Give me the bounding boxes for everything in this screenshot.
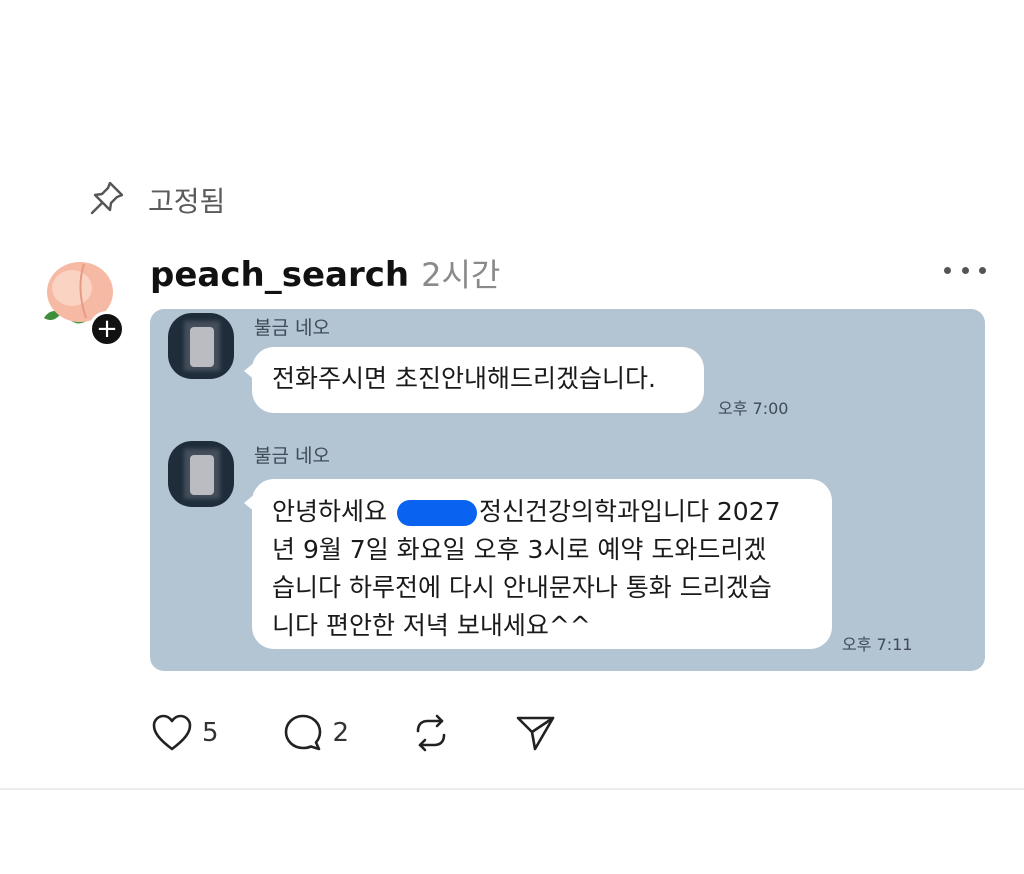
divider (0, 788, 1024, 790)
heart-icon (152, 714, 192, 751)
message-text: 전화주시면 초진안내해드리겠습니다. (272, 364, 656, 393)
pin-icon (88, 179, 126, 221)
like-count: 5 (202, 718, 219, 748)
send-icon (516, 716, 555, 751)
more-icon (944, 266, 951, 274)
comment-button[interactable]: 2 (281, 711, 350, 755)
action-bar: 5 2 (150, 708, 557, 758)
plus-icon: + (96, 314, 118, 344)
message-line: 년 9월 7일 화요일 오후 3시로 예약 도와드리겠 (272, 535, 767, 564)
message-line: 습니다 하루전에 다시 안내문자나 통화 드리겠습 (272, 573, 772, 602)
more-options-button[interactable] (944, 258, 986, 282)
chat-screenshot[interactable]: 불금 네오 전화주시면 초진안내해드리겠습니다. 오후 7:00 불금 네오 안… (150, 309, 985, 671)
sender-avatar (168, 313, 234, 379)
message-bubble: 안녕하세요 정신건강의학과입니다 2027 년 9월 7일 화요일 오후 3시로… (244, 479, 832, 649)
sender-avatar (168, 441, 234, 507)
message-line: 니다 편안한 저녁 보내세요^^ (272, 611, 591, 640)
follow-button[interactable]: + (89, 311, 125, 347)
sender-name: 불금 네오 (254, 445, 330, 467)
redaction-mark (396, 500, 477, 526)
comment-count: 2 (332, 718, 350, 748)
like-button[interactable]: 5 (150, 711, 219, 755)
message-time: 오후 7:00 (718, 399, 789, 418)
share-button[interactable] (513, 711, 557, 755)
repost-button[interactable] (409, 711, 453, 755)
username[interactable]: peach_search (150, 255, 409, 295)
repost-icon (416, 714, 446, 752)
pinned-indicator: 고정됨 (88, 178, 225, 222)
post-time: 2시간 (421, 256, 501, 294)
pinned-label: 고정됨 (148, 185, 226, 218)
post-header: peach_search 2시간 (150, 250, 500, 296)
message-line: 안녕하세요 정신건강의학과입니다 2027 (272, 497, 781, 526)
sender-name: 불금 네오 (254, 317, 330, 339)
comment-icon (284, 714, 321, 751)
message-time: 오후 7:11 (842, 635, 913, 654)
message-bubble: 전화주시면 초진안내해드리겠습니다. (244, 347, 704, 413)
